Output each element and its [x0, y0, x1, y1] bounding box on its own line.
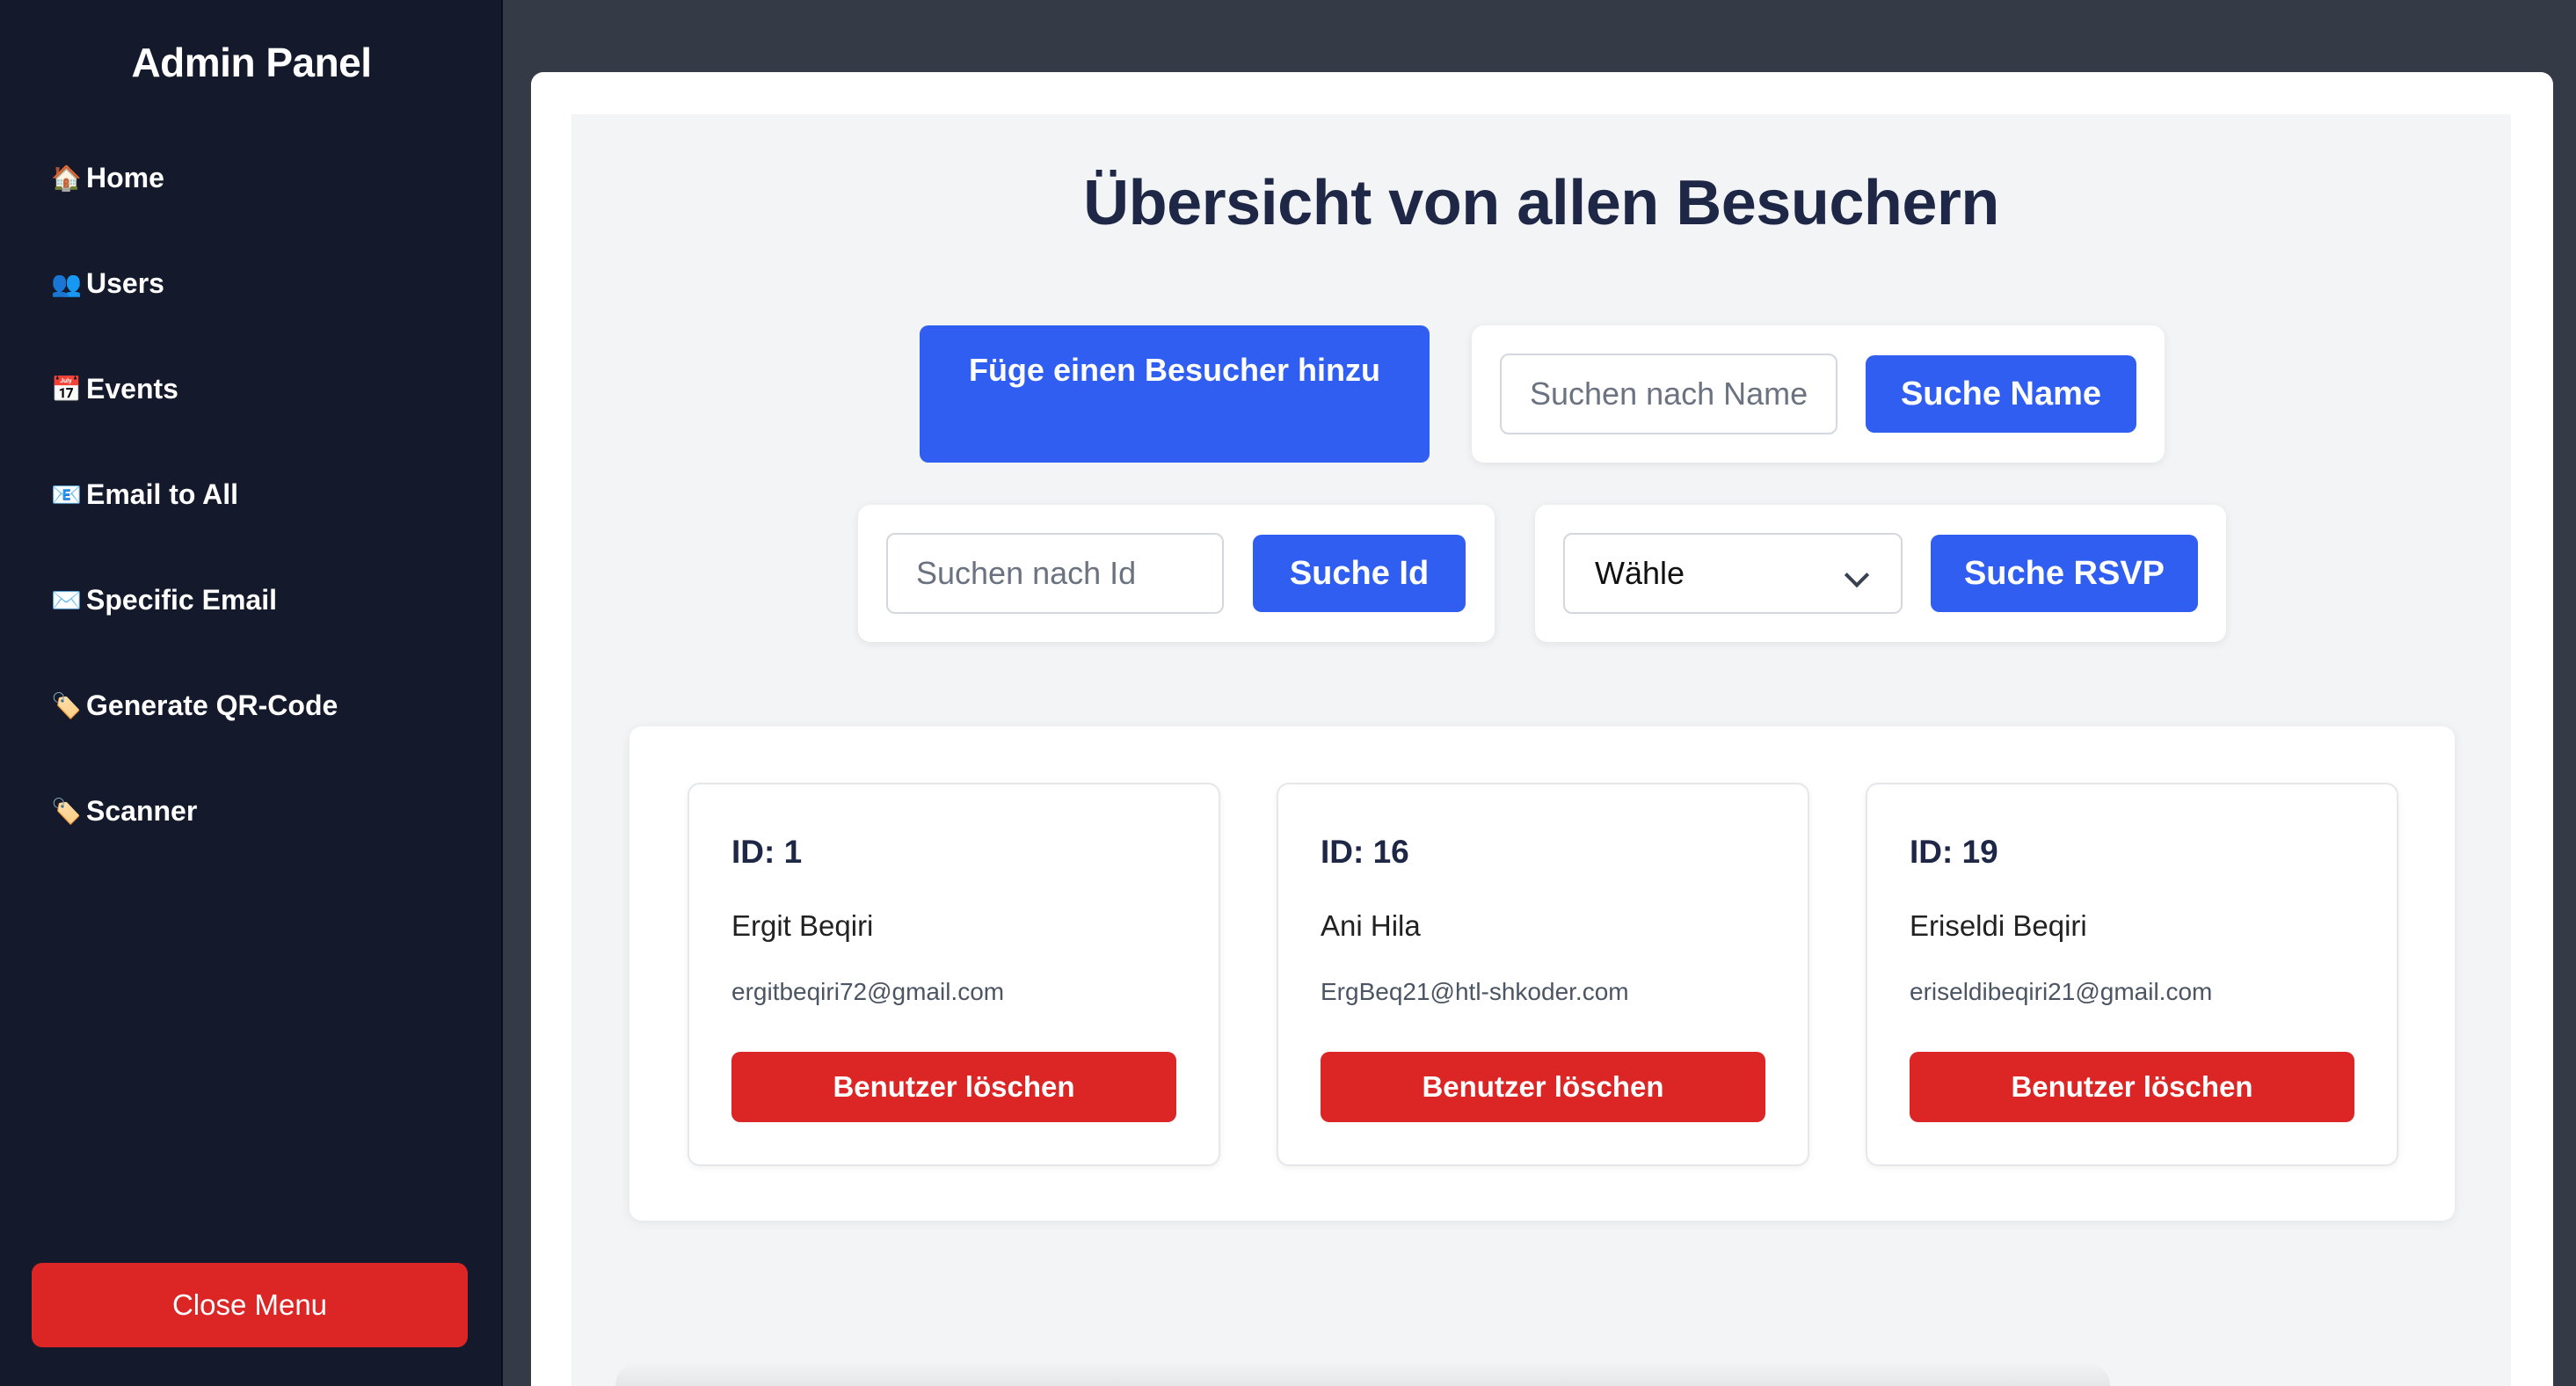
visitor-card: ID: 19 Eriseldi Beqiri eriseldibeqiri21@…: [1866, 783, 2398, 1166]
visitor-email: eriseldibeqiri21@gmail.com: [1910, 978, 2213, 1005]
add-visitor-button[interactable]: Füge einen Besucher hinzu: [920, 325, 1430, 463]
sidebar-item-users[interactable]: 👥 Users: [51, 257, 164, 310]
rsvp-select[interactable]: Wähle: [1563, 533, 1903, 614]
chevron-down-icon: [1844, 562, 1870, 588]
visitor-name: Ani Hila: [1321, 909, 1421, 942]
visitor-id: ID: 16: [1321, 834, 1409, 870]
sidebar-item-label: Home: [86, 161, 164, 193]
sidebar-item-label: Users: [86, 266, 164, 299]
sidebar-item-specific-email[interactable]: ✉️ Specific Email: [51, 573, 277, 626]
ticket-icon: 🏷️: [51, 797, 82, 825]
close-menu-button[interactable]: Close Menu: [32, 1263, 468, 1347]
visitor-email: ErgBeq21@htl-shkoder.com: [1321, 978, 1629, 1005]
search-id-button[interactable]: Suche Id: [1253, 535, 1466, 612]
delete-user-button[interactable]: Benutzer löschen: [1910, 1052, 2354, 1122]
ticket-icon: 🏷️: [51, 691, 82, 719]
house-icon: 🏠: [51, 164, 82, 192]
search-id-input[interactable]: [886, 533, 1224, 614]
visitor-card: ID: 16 Ani Hila ErgBeq21@htl-shkoder.com…: [1277, 783, 1809, 1166]
sidebar-item-label: Specific Email: [86, 583, 277, 616]
calendar-icon: 📅: [51, 375, 82, 403]
delete-user-button[interactable]: Benutzer löschen: [1321, 1052, 1765, 1122]
search-name-button[interactable]: Suche Name: [1866, 355, 2136, 433]
search-rsvp-button[interactable]: Suche RSVP: [1931, 535, 2198, 612]
sidebar-item-generate-qr-code[interactable]: 🏷️ Generate QR-Code: [51, 679, 338, 732]
search-name-input[interactable]: [1500, 354, 1837, 434]
sidebar-item-home[interactable]: 🏠 Home: [51, 151, 164, 204]
sidebar-item-label: Scanner: [86, 794, 198, 827]
sidebar-item-scanner[interactable]: 🏷️ Scanner: [51, 784, 197, 837]
sidebar-item-label: Generate QR-Code: [86, 689, 338, 721]
envelope-icon: ✉️: [51, 586, 82, 614]
visitor-name: Ergit Beqiri: [731, 909, 874, 942]
sidebar-item-events[interactable]: 📅 Events: [51, 362, 178, 415]
visitor-id: ID: 1: [731, 834, 803, 870]
visitor-name: Eriseldi Beqiri: [1910, 909, 2087, 942]
bottom-fade: [615, 1361, 2110, 1386]
rsvp-select-value: Wähle: [1595, 555, 1685, 591]
visitor-email: ergitbeqiri72@gmail.com: [731, 978, 1005, 1005]
sidebar-item-email-to-all[interactable]: 📧 Email to All: [51, 468, 238, 521]
sidebar-item-label: Events: [86, 372, 178, 405]
visitor-id: ID: 19: [1910, 834, 1998, 870]
sidebar-item-label: Email to All: [86, 478, 239, 510]
email-icon: 📧: [51, 480, 82, 508]
users-icon: 👥: [51, 269, 82, 297]
delete-user-button[interactable]: Benutzer löschen: [731, 1052, 1176, 1122]
sidebar: Admin Panel 🏠 Home 👥 Users 📅 Events 📧 Em…: [0, 0, 503, 1386]
page-title: Übersicht von allen Besuchern: [1083, 168, 1999, 238]
sidebar-title: Admin Panel: [131, 40, 372, 85]
visitor-card: ID: 1 Ergit Beqiri ergitbeqiri72@gmail.c…: [688, 783, 1220, 1166]
